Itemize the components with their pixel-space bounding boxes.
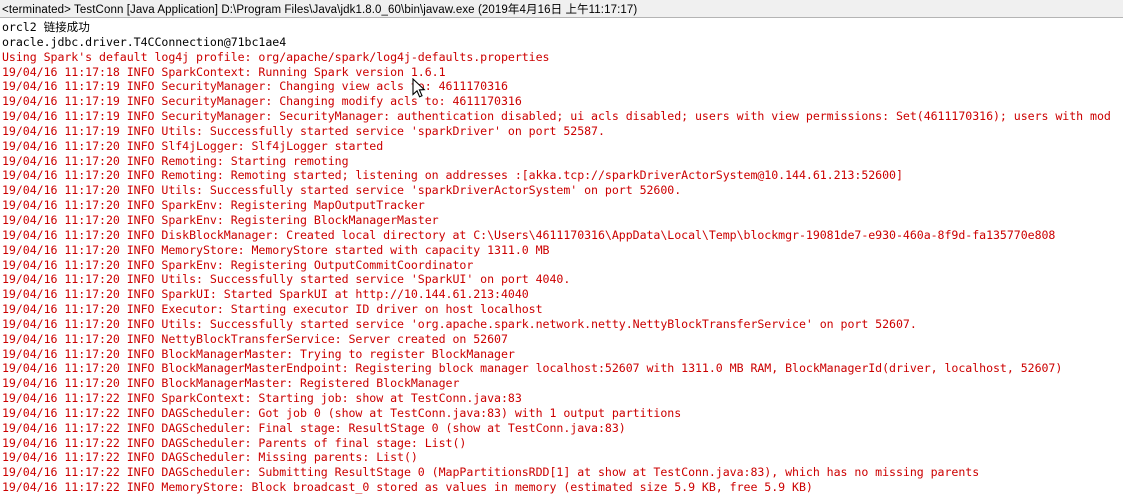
log-line: 19/04/16 11:17:20 INFO BlockManagerMaste… xyxy=(2,376,460,391)
console-view[interactable]: <terminated> TestConn [Java Application]… xyxy=(0,0,1123,500)
log-line: 19/04/16 11:17:20 INFO NettyBlockTransfe… xyxy=(2,331,508,346)
console-output-area[interactable]: orcl2 链接成功 oracle.jdbc.driver.T4CConnecti… xyxy=(0,18,1123,500)
launch-configuration-header: <terminated> TestConn [Java Application]… xyxy=(0,0,1123,18)
log-line: 19/04/16 11:17:20 INFO SparkEnv: Registe… xyxy=(2,257,474,272)
log-line: 19/04/16 11:17:20 INFO Slf4jLogger: Slf4… xyxy=(2,138,384,153)
log-line: 19/04/16 11:17:20 INFO SparkEnv: Registe… xyxy=(2,198,425,213)
log-line: 19/04/16 11:17:20 INFO BlockManagerMaste… xyxy=(2,346,515,361)
log-line: 19/04/16 11:17:20 INFO Executor: Startin… xyxy=(2,302,543,317)
log-line: 19/04/16 11:17:20 INFO SparkUI: Started … xyxy=(2,287,529,302)
log-line: 19/04/16 11:17:19 INFO SecurityManager: … xyxy=(2,79,508,94)
log-line: 19/04/16 11:17:19 INFO SecurityManager: … xyxy=(2,109,1111,124)
log-line-list: orcl2 链接成功 oracle.jdbc.driver.T4CConnecti… xyxy=(2,20,1123,495)
log-line: 19/04/16 11:17:20 INFO DiskBlockManager:… xyxy=(2,227,1056,242)
log-line: 19/04/16 11:17:18 INFO SparkContext: Run… xyxy=(2,64,446,79)
log-line: 19/04/16 11:17:22 INFO DAGScheduler: Fin… xyxy=(2,420,626,435)
log-line: 19/04/16 11:17:20 INFO Utils: Successful… xyxy=(2,183,682,198)
log-line: 19/04/16 11:17:22 INFO DAGScheduler: Got… xyxy=(2,405,682,420)
log-line: 19/04/16 11:17:20 INFO Remoting: Remotin… xyxy=(2,168,903,183)
log-line: 19/04/16 11:17:19 INFO Utils: Successful… xyxy=(2,123,605,138)
log-line: 19/04/16 11:17:19 INFO SecurityManager: … xyxy=(2,94,522,109)
log-line: 19/04/16 11:17:20 INFO SparkEnv: Registe… xyxy=(2,212,439,227)
log-line: orcl2 链接成功 xyxy=(2,20,90,34)
launch-configuration-title: <terminated> TestConn [Java Application]… xyxy=(2,3,638,16)
log-line: 19/04/16 11:17:20 INFO Remoting: Startin… xyxy=(2,153,349,168)
log-line: 19/04/16 11:17:22 INFO DAGScheduler: Par… xyxy=(2,435,467,450)
log-line: oracle.jdbc.driver.T4CConnection@71bc1ae… xyxy=(2,34,287,49)
log-line: 19/04/16 11:17:20 INFO Utils: Successful… xyxy=(2,272,571,287)
log-line: 19/04/16 11:17:22 INFO DAGScheduler: Sub… xyxy=(2,465,980,480)
log-line: 19/04/16 11:17:22 INFO MemoryStore: Bloc… xyxy=(2,480,813,495)
log-line: 19/04/16 11:17:20 INFO BlockManagerMaste… xyxy=(2,361,1063,376)
log-line: 19/04/16 11:17:22 INFO SparkContext: Sta… xyxy=(2,391,522,406)
log-line: Using Spark's default log4j profile: org… xyxy=(2,49,550,64)
log-line: 19/04/16 11:17:20 INFO MemoryStore: Memo… xyxy=(2,242,550,257)
log-line: 19/04/16 11:17:20 INFO Utils: Successful… xyxy=(2,316,917,331)
log-line: 19/04/16 11:17:22 INFO DAGScheduler: Mis… xyxy=(2,450,418,465)
